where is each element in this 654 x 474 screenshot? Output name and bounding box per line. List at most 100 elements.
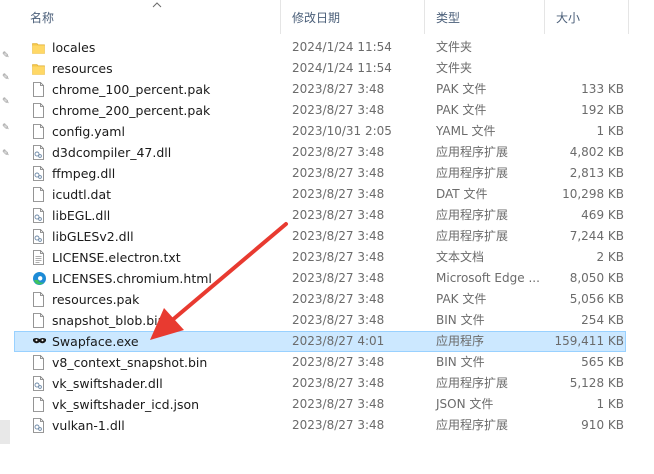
file-row-licenses-chromium-html[interactable]: LICENSES.chromium.html 2023/8/27 3:48 Mi… xyxy=(14,268,626,289)
file-name: resources.pak xyxy=(52,292,140,307)
file-row-swapface-exe[interactable]: Swapface.exe 2023/8/27 4:01 应用程序 159,411… xyxy=(14,331,626,352)
file-type: YAML 文件 xyxy=(436,124,496,138)
dll-icon xyxy=(32,166,45,181)
column-divider[interactable] xyxy=(424,0,425,34)
file-date: 2023/10/31 2:05 xyxy=(292,124,392,138)
dll-icon xyxy=(32,208,45,223)
file-row-ffmpeg-dll[interactable]: ffmpeg.dll 2023/8/27 3:48 应用程序扩展 2,813 K… xyxy=(14,163,626,184)
navigation-scrollbar-thumb[interactable] xyxy=(0,420,10,444)
file-row-vk-swiftshader-dll[interactable]: vk_swiftshader.dll 2023/8/27 3:48 应用程序扩展… xyxy=(14,373,626,394)
file-name: chrome_100_percent.pak xyxy=(52,82,211,97)
file-name: icudtl.dat xyxy=(52,187,112,202)
file-date: 2023/8/27 3:48 xyxy=(292,166,385,180)
file-name: libEGL.dll xyxy=(52,208,111,223)
file-size: 10,298 KB xyxy=(562,187,624,201)
file-type: PAK 文件 xyxy=(436,292,487,306)
column-divider[interactable] xyxy=(544,0,545,34)
file-name: vk_swiftshader.dll xyxy=(52,376,163,391)
column-divider[interactable] xyxy=(628,0,629,34)
file-date: 2023/8/27 3:48 xyxy=(292,271,385,285)
column-divider[interactable] xyxy=(280,0,281,34)
file-type: 应用程序扩展 xyxy=(436,208,509,222)
file-icon xyxy=(32,187,45,202)
file-row-resources[interactable]: resources 2024/1/24 11:54 文件夹 xyxy=(14,58,626,79)
text-file-icon xyxy=(32,250,45,265)
file-type: 文件夹 xyxy=(436,61,473,75)
file-date: 2024/1/24 11:54 xyxy=(292,61,392,75)
file-date: 2023/8/27 3:48 xyxy=(292,145,385,159)
file-icon xyxy=(32,124,45,139)
file-date: 2023/8/27 3:48 xyxy=(292,355,385,369)
column-header-date[interactable]: 修改日期 xyxy=(292,10,340,26)
column-header-name[interactable]: 名称 xyxy=(30,10,54,26)
file-row-resources-pak[interactable]: resources.pak 2023/8/27 3:48 PAK 文件 5,05… xyxy=(14,289,626,310)
file-size: 7,244 KB xyxy=(569,229,624,243)
file-date: 2023/8/27 3:48 xyxy=(292,250,385,264)
file-row-icudtl-dat[interactable]: icudtl.dat 2023/8/27 3:48 DAT 文件 10,298 … xyxy=(14,184,626,205)
file-date: 2023/8/27 3:48 xyxy=(292,208,385,222)
pin-icon[interactable]: ✎ xyxy=(2,52,10,61)
dll-icon xyxy=(32,229,45,244)
file-icon xyxy=(32,313,45,328)
file-row-vulkan-1-dll[interactable]: vulkan-1.dll 2023/8/27 3:48 应用程序扩展 910 K… xyxy=(14,415,626,436)
file-name: libGLESv2.dll xyxy=(52,229,134,244)
file-list: locales 2024/1/24 11:54 文件夹 resources 20… xyxy=(14,37,654,436)
file-type: 应用程序扩展 xyxy=(436,145,509,159)
file-icon xyxy=(32,103,45,118)
file-type: 应用程序扩展 xyxy=(436,166,509,180)
file-type: BIN 文件 xyxy=(436,313,485,327)
file-date: 2023/8/27 3:48 xyxy=(292,376,385,390)
navigation-pane-edge: ✎ ✎ ✎ ✎ ✎ xyxy=(0,0,14,474)
file-type: PAK 文件 xyxy=(436,82,487,96)
file-size: 254 KB xyxy=(581,313,624,327)
file-row-libglesv2-dll[interactable]: libGLESv2.dll 2023/8/27 3:48 应用程序扩展 7,24… xyxy=(14,226,626,247)
file-type: Microsoft Edge ... xyxy=(436,271,540,285)
file-date: 2023/8/27 4:01 xyxy=(292,334,385,348)
file-row-locales[interactable]: locales 2024/1/24 11:54 文件夹 xyxy=(14,37,626,58)
sort-ascending-icon[interactable] xyxy=(151,0,163,10)
file-date: 2023/8/27 3:48 xyxy=(292,313,385,327)
file-row-vk-swiftshader-icd-json[interactable]: vk_swiftshader_icd.json 2023/8/27 3:48 J… xyxy=(14,394,626,415)
file-size: 1 KB xyxy=(596,124,624,138)
file-row-snapshot-blob-bin[interactable]: snapshot_blob.bin 2023/8/27 3:48 BIN 文件 … xyxy=(14,310,626,331)
file-row-libegl-dll[interactable]: libEGL.dll 2023/8/27 3:48 应用程序扩展 469 KB xyxy=(14,205,626,226)
file-row-v8-context-snapshot-bin[interactable]: v8_context_snapshot.bin 2023/8/27 3:48 B… xyxy=(14,352,626,373)
file-size xyxy=(554,37,624,58)
file-date: 2023/8/27 3:48 xyxy=(292,397,385,411)
pin-icon[interactable]: ✎ xyxy=(2,98,10,107)
column-header-size[interactable]: 大小 xyxy=(556,10,580,26)
file-type: 文本文档 xyxy=(436,250,485,264)
file-size: 8,050 KB xyxy=(569,271,624,285)
pin-icon[interactable]: ✎ xyxy=(2,150,10,159)
file-date: 2023/8/27 3:48 xyxy=(292,229,385,243)
file-explorer-window: ✎ ✎ ✎ ✎ ✎ 名称 修改日期 类型 大小 locales 2024/1/2… xyxy=(0,0,654,474)
file-row-config-yaml[interactable]: config.yaml 2023/10/31 2:05 YAML 文件 1 KB xyxy=(14,121,626,142)
file-row-chrome-100-percent-pak[interactable]: chrome_100_percent.pak 2023/8/27 3:48 PA… xyxy=(14,79,626,100)
file-size: 4,802 KB xyxy=(569,145,624,159)
file-size: 133 KB xyxy=(581,82,624,96)
file-date: 2023/8/27 3:48 xyxy=(292,418,385,432)
swapface-app-icon xyxy=(32,334,46,349)
column-header-type[interactable]: 类型 xyxy=(436,10,460,26)
file-type: 文件夹 xyxy=(436,40,473,54)
file-size: 5,056 KB xyxy=(569,292,624,306)
edge-icon xyxy=(32,271,46,286)
pin-icon[interactable]: ✎ xyxy=(2,124,10,133)
file-type: JSON 文件 xyxy=(436,397,494,411)
file-icon xyxy=(32,397,45,412)
file-name: config.yaml xyxy=(52,124,125,139)
folder-icon xyxy=(32,61,45,76)
file-name: ffmpeg.dll xyxy=(52,166,116,181)
file-row-chrome-200-percent-pak[interactable]: chrome_200_percent.pak 2023/8/27 3:48 PA… xyxy=(14,100,626,121)
file-size: 2,813 KB xyxy=(569,166,624,180)
file-size: 1 KB xyxy=(596,397,624,411)
folder-icon xyxy=(32,40,45,55)
file-size xyxy=(554,58,624,79)
file-name: locales xyxy=(52,40,96,55)
file-row-d3dcompiler-47-dll[interactable]: d3dcompiler_47.dll 2023/8/27 3:48 应用程序扩展… xyxy=(14,142,626,163)
file-row-license-electron-txt[interactable]: LICENSE.electron.txt 2023/8/27 3:48 文本文档… xyxy=(14,247,626,268)
file-size: 2 KB xyxy=(596,250,624,264)
file-type: BIN 文件 xyxy=(436,355,485,369)
pin-icon[interactable]: ✎ xyxy=(2,74,10,83)
file-name: Swapface.exe xyxy=(52,334,139,349)
